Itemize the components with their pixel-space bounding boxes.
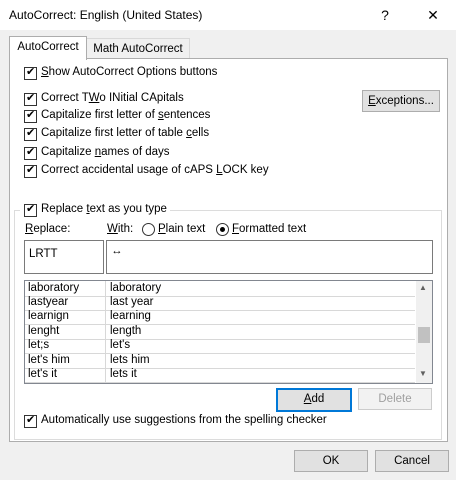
tab-autocorrect[interactable]: AutoCorrect	[9, 36, 87, 60]
replace-input[interactable]: LRTT	[24, 240, 104, 274]
check-icon: ✔	[26, 92, 36, 104]
check-icon: ✔	[26, 414, 36, 426]
show-buttons-checkbox[interactable]: ✔	[24, 66, 37, 80]
replace-as-type-checkbox[interactable]: ✔	[24, 203, 37, 217]
scrollbar-thumb[interactable]	[418, 327, 430, 343]
caps-lock-checkbox[interactable]: ✔	[24, 164, 37, 178]
with-label: With:	[107, 223, 134, 235]
formatted-text-label: Formatted text	[232, 223, 307, 235]
scroll-up-icon[interactable]: ▲	[419, 283, 427, 292]
check-icon: ✔	[26, 203, 36, 215]
list-item[interactable]: let's it lets it	[25, 367, 415, 383]
cancel-button[interactable]: Cancel	[375, 450, 449, 472]
ok-button[interactable]: OK	[294, 450, 368, 472]
check-icon: ✔	[26, 109, 36, 121]
spelling-label: Automatically use suggestions from the s…	[41, 414, 327, 426]
days-label: Capitalize names of days	[41, 146, 170, 158]
show-buttons-label: Show AutoCorrect Options buttons	[41, 66, 218, 78]
list-item[interactable]: learnign learning	[25, 309, 415, 325]
delete-button[interactable]: Delete	[358, 388, 432, 410]
with-input[interactable]: ↔	[106, 240, 433, 274]
window-title: AutoCorrect: English (United States)	[9, 8, 203, 22]
plain-text-label: Plain text	[158, 223, 206, 235]
spelling-checkbox[interactable]: ✔	[24, 414, 37, 428]
add-button[interactable]: Add	[276, 388, 352, 412]
table-cells-label: Capitalize first letter of table cells	[41, 127, 210, 139]
radio-dot	[220, 227, 225, 232]
with-input-value: ↔	[111, 245, 123, 257]
two-initial-caps-checkbox[interactable]: ✔	[24, 92, 37, 106]
sentences-checkbox[interactable]: ✔	[24, 109, 37, 123]
help-button[interactable]: ?	[362, 0, 408, 30]
scroll-down-icon[interactable]: ▼	[419, 369, 427, 378]
scrollbar[interactable]: ▲ ▼	[416, 281, 432, 383]
check-icon: ✔	[26, 127, 36, 139]
caps-lock-label: Correct accidental usage of cAPS LOCK ke…	[41, 164, 269, 176]
check-icon: ✔	[26, 164, 36, 176]
entries-list[interactable]: laboratory laboratory lastyear last year l…	[24, 280, 433, 384]
check-icon: ✔	[26, 66, 36, 78]
two-initial-caps-label: Correct TWo INitial CApitals	[41, 92, 184, 104]
check-icon: ✔	[26, 146, 36, 158]
sentences-label: Capitalize first letter of sentences	[41, 109, 211, 121]
days-checkbox[interactable]: ✔	[24, 146, 37, 160]
list-item[interactable]: let;s let's	[25, 338, 415, 354]
replace-label: Replace:	[25, 223, 71, 235]
replace-as-type-label: Replace text as you type	[41, 203, 167, 215]
formatted-text-radio[interactable]	[216, 223, 229, 236]
close-button[interactable]: ✕	[410, 0, 456, 30]
table-cells-checkbox[interactable]: ✔	[24, 127, 37, 141]
plain-text-radio[interactable]	[142, 223, 155, 236]
exceptions-button[interactable]: Exceptions...	[362, 90, 440, 112]
replace-input-value: LRTT	[29, 248, 58, 260]
close-icon: ✕	[427, 7, 439, 23]
tab-math-autocorrect[interactable]: Math AutoCorrect	[86, 38, 190, 59]
